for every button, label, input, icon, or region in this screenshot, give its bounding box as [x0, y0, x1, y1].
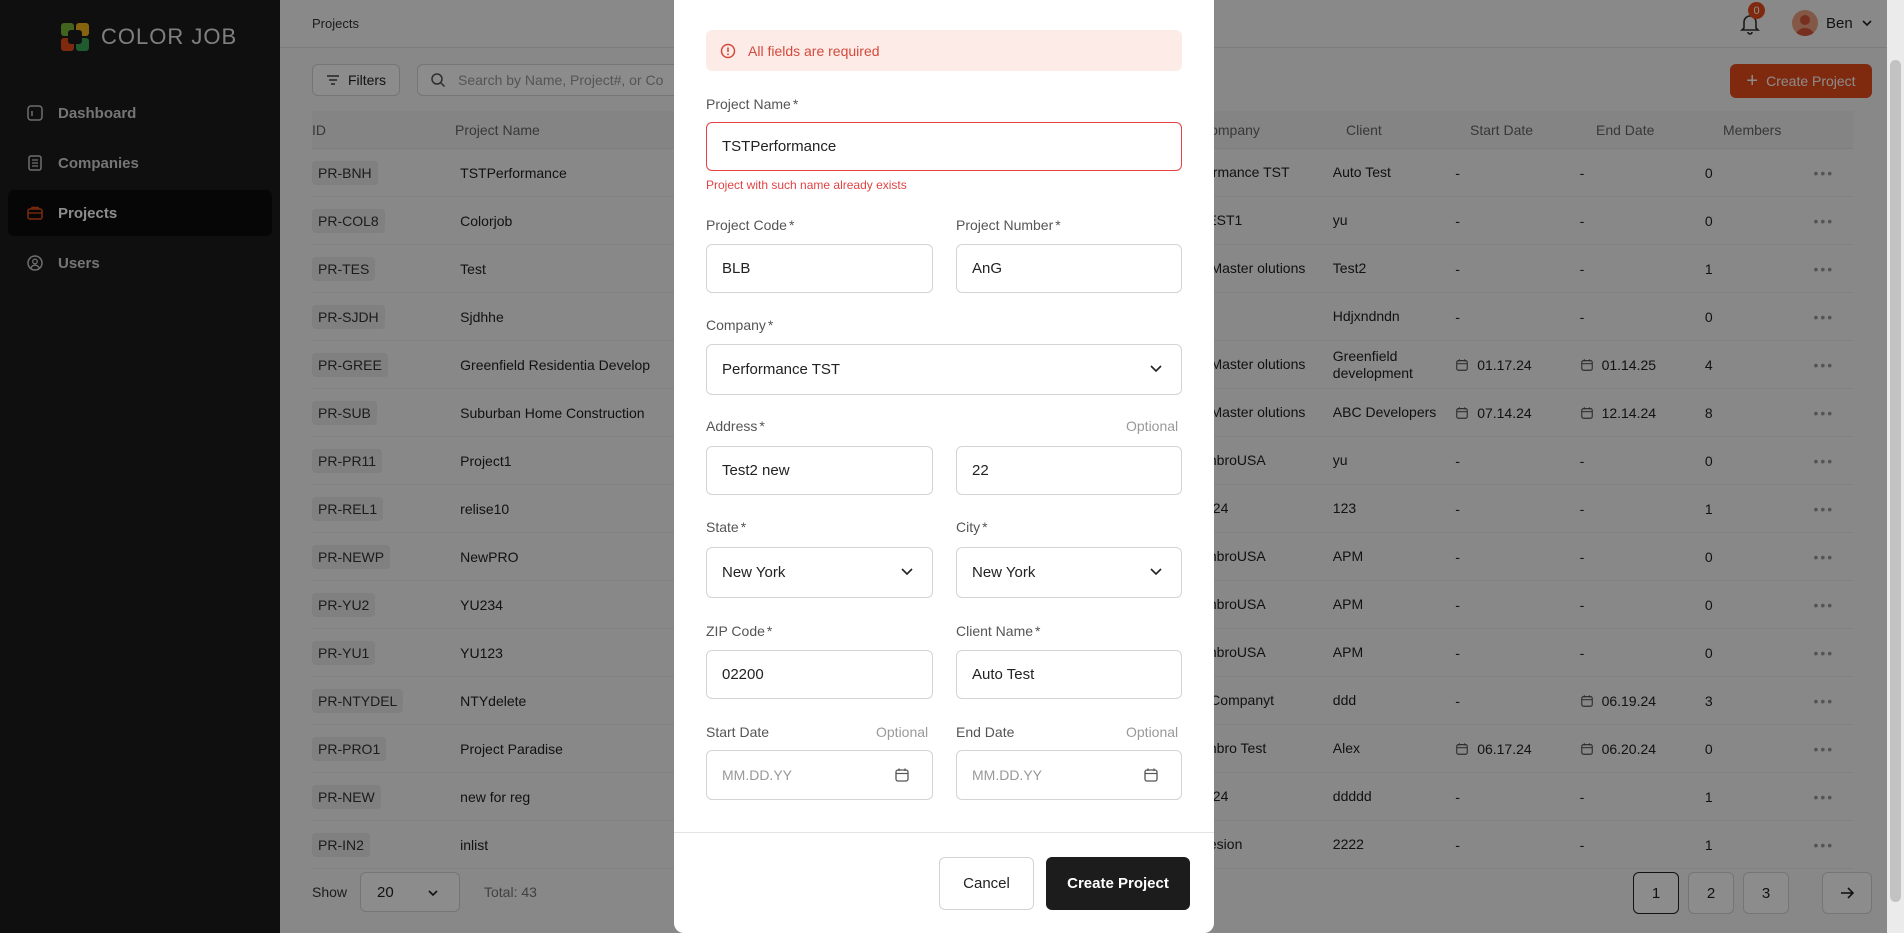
- required-mark: *: [740, 519, 747, 535]
- project-name-field[interactable]: TSTPerformance: [706, 122, 1182, 171]
- required-mark: *: [982, 519, 988, 535]
- error-alert: All fields are required: [706, 30, 1182, 71]
- state-select[interactable]: New York: [706, 547, 933, 598]
- project-code-label: Project Code *: [706, 217, 794, 233]
- label-text: Address: [706, 418, 758, 434]
- label-text: Company: [706, 317, 766, 333]
- start-date-placeholder: MM.DD.YY: [722, 767, 792, 783]
- zip-value: 02200: [722, 666, 764, 683]
- scrollbar[interactable]: [1887, 0, 1904, 933]
- scrollbar-thumb[interactable]: [1890, 60, 1901, 902]
- project-code-value: BLB: [722, 260, 751, 277]
- company-value: Performance TST: [722, 361, 841, 378]
- required-mark: *: [788, 217, 795, 233]
- city-label: City *: [956, 519, 988, 535]
- city-select[interactable]: New York: [956, 547, 1182, 598]
- required-mark: *: [1035, 623, 1041, 639]
- label-text: Project Number: [956, 217, 1054, 233]
- project-name-value: TSTPerformance: [722, 138, 837, 155]
- create-project-submit-button[interactable]: Create Project: [1046, 857, 1190, 910]
- project-name-error: Project with such name already exists: [706, 178, 907, 192]
- project-number-label: Project Number *: [956, 217, 1061, 233]
- address-label: Address *: [706, 418, 765, 434]
- address-line-2-value: 22: [972, 462, 989, 479]
- project-number-value: AnG: [972, 260, 1003, 277]
- zip-field[interactable]: 02200: [706, 650, 933, 699]
- project-number-field[interactable]: AnG: [956, 244, 1182, 293]
- client-name-field[interactable]: Auto Test: [956, 650, 1182, 699]
- required-mark: *: [766, 623, 773, 639]
- address-field[interactable]: Test2 new: [706, 446, 933, 495]
- project-name-label: Project Name *: [706, 96, 798, 112]
- required-mark: *: [759, 418, 765, 434]
- label-text: Project Name: [706, 96, 791, 112]
- label-text: City: [956, 519, 981, 535]
- start-date-field[interactable]: MM.DD.YY: [706, 750, 933, 800]
- label-text: State: [706, 519, 739, 535]
- end-date-label: End Date: [956, 724, 1015, 740]
- label-text: Client Name: [956, 623, 1034, 639]
- required-mark: *: [792, 96, 799, 112]
- end-date-placeholder: MM.DD.YY: [972, 767, 1042, 783]
- end-date-field[interactable]: MM.DD.YY: [956, 750, 1182, 800]
- start-date-label: Start Date: [706, 724, 770, 740]
- client-name-label: Client Name *: [956, 623, 1040, 639]
- chevron-down-icon: [900, 564, 914, 578]
- zip-label: ZIP Code *: [706, 623, 772, 639]
- calendar-icon[interactable]: [1143, 767, 1159, 783]
- chevron-down-icon: [1149, 361, 1163, 375]
- required-mark: *: [767, 317, 774, 333]
- address-line-2-field[interactable]: 22: [956, 446, 1182, 495]
- client-name-value: Auto Test: [972, 666, 1035, 683]
- address-value: Test2 new: [722, 462, 790, 479]
- state-label: State *: [706, 519, 746, 535]
- calendar-icon[interactable]: [894, 767, 910, 783]
- company-select[interactable]: Performance TST: [706, 344, 1182, 395]
- cancel-button[interactable]: Cancel: [939, 857, 1034, 910]
- alert-text: All fields are required: [748, 42, 880, 59]
- create-project-modal: All fields are required Project Name * TS…: [674, 0, 1214, 933]
- label-text: ZIP Code: [706, 623, 765, 639]
- company-label: Company *: [706, 317, 773, 333]
- chevron-down-icon: [1149, 564, 1163, 578]
- address-optional-label: Optional: [1126, 418, 1179, 434]
- state-value: New York: [722, 564, 786, 581]
- modal-footer: Cancel Create Project: [674, 832, 1214, 933]
- label-text: Project Code: [706, 217, 787, 233]
- project-code-field[interactable]: BLB: [706, 244, 933, 293]
- required-mark: *: [1055, 217, 1061, 233]
- alert-icon: [720, 43, 736, 59]
- end-date-optional-label: Optional: [1126, 724, 1179, 740]
- start-date-optional-label: Optional: [876, 724, 929, 740]
- city-value: New York: [972, 564, 1036, 581]
